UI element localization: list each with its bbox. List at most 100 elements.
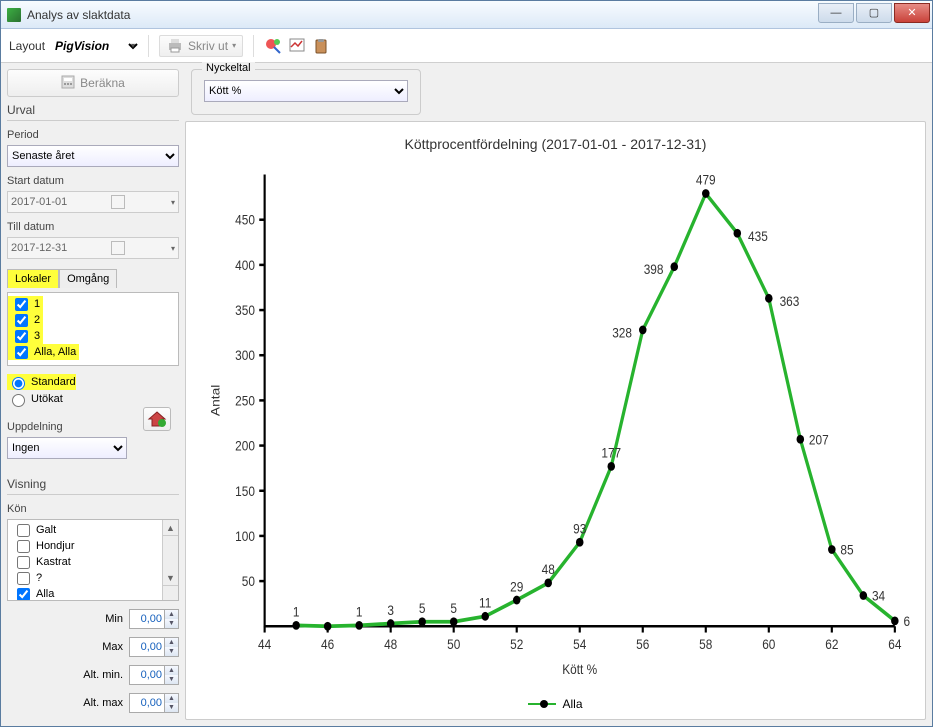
legend-swatch-icon [528, 703, 556, 705]
scroll-up-icon[interactable]: ▲ [163, 520, 178, 536]
app-window: Analys av slaktdata — ▢ ✕ Layout PigVisi… [0, 0, 933, 727]
calendar-icon [111, 195, 125, 209]
lokaler-item[interactable]: 1 [8, 296, 43, 312]
svg-text:48: 48 [542, 561, 555, 577]
till-date-label: Till datum [7, 221, 179, 233]
svg-text:1: 1 [293, 604, 300, 620]
tab-lokaler[interactable]: Lokaler [7, 269, 59, 288]
svg-text:62: 62 [825, 636, 838, 652]
svg-text:58: 58 [699, 636, 712, 652]
svg-text:435: 435 [748, 228, 768, 244]
start-date-input[interactable]: 2017-01-01 ▾ [7, 191, 179, 213]
svg-text:479: 479 [696, 172, 716, 188]
calculator-icon [61, 75, 75, 92]
lokaler-item[interactable]: Alla, Alla [8, 344, 79, 360]
svg-text:177: 177 [601, 445, 621, 461]
svg-text:54: 54 [573, 636, 586, 652]
compute-label: Beräkna [80, 76, 125, 90]
svg-text:Antal: Antal [208, 385, 222, 416]
left-panel: Beräkna Urval Period Senaste året Start … [7, 69, 179, 720]
svg-text:52: 52 [510, 636, 523, 652]
compute-button[interactable]: Beräkna [7, 69, 179, 97]
svg-text:200: 200 [235, 438, 255, 454]
max-label: Max [67, 641, 123, 653]
altmax-input[interactable]: ▲▼ [129, 693, 179, 713]
nyckeltal-group: Nyckeltal Kött % [191, 69, 421, 115]
print-button[interactable]: Skriv ut ▾ [159, 35, 243, 57]
nyckeltal-label: Nyckeltal [202, 62, 255, 74]
till-date-input[interactable]: 2017-12-31 ▾ [7, 237, 179, 259]
altmin-label: Alt. min. [67, 669, 123, 681]
clipboard-icon[interactable] [312, 37, 330, 55]
svg-text:60: 60 [762, 636, 775, 652]
kon-label: Kön [7, 503, 179, 515]
app-icon [7, 8, 21, 22]
svg-text:93: 93 [573, 521, 586, 537]
svg-text:48: 48 [384, 636, 397, 652]
home-button[interactable] [143, 407, 171, 431]
chart-icon[interactable] [288, 37, 306, 55]
lokaler-item[interactable]: 3 [8, 328, 43, 344]
urval-header: Urval [7, 101, 179, 121]
min-label: Min [67, 613, 123, 625]
calendar-icon [111, 241, 125, 255]
close-button[interactable]: ✕ [894, 3, 930, 23]
svg-text:11: 11 [479, 595, 491, 611]
layout-label: Layout [9, 39, 45, 53]
svg-text:3: 3 [387, 602, 394, 618]
svg-text:6: 6 [903, 613, 910, 629]
svg-text:56: 56 [636, 636, 649, 652]
svg-text:5: 5 [450, 600, 457, 616]
svg-text:44: 44 [258, 636, 271, 652]
radio-standard[interactable]: Standard [7, 374, 76, 390]
print-label: Skriv ut [188, 39, 228, 53]
svg-text:400: 400 [235, 257, 255, 273]
uppdelning-select[interactable]: Ingen [7, 437, 127, 459]
svg-text:29: 29 [510, 578, 523, 594]
window-controls: — ▢ ✕ [818, 7, 932, 23]
kon-item[interactable]: Alla [10, 586, 57, 601]
svg-text:250: 250 [235, 393, 255, 409]
titlebar: Analys av slaktdata — ▢ ✕ [1, 1, 932, 29]
tab-omgang[interactable]: Omgång [59, 269, 117, 288]
kon-item[interactable]: ? [10, 570, 45, 586]
chart-legend: Alla [200, 697, 911, 711]
kon-list: GaltHondjurKastrat?Alla ▲ ▼ [7, 519, 179, 601]
min-input[interactable]: ▲▼ [129, 609, 179, 629]
svg-text:398: 398 [644, 261, 664, 277]
chart-title: Köttprocentfördelning (2017-01-01 - 2017… [200, 136, 911, 152]
svg-text:34: 34 [872, 588, 885, 604]
right-panel: Nyckeltal Kött % Köttprocentfördelning (… [185, 69, 926, 720]
altmin-input[interactable]: ▲▼ [129, 665, 179, 685]
maximize-button[interactable]: ▢ [856, 3, 892, 23]
window-title: Analys av slaktdata [27, 8, 130, 22]
scroll-down-icon[interactable]: ▼ [163, 570, 178, 586]
period-label: Period [7, 129, 179, 141]
svg-text:100: 100 [235, 528, 255, 544]
kon-item[interactable]: Galt [10, 522, 59, 538]
kon-item[interactable]: Hondjur [10, 538, 78, 554]
settings-icon[interactable] [264, 37, 282, 55]
svg-text:207: 207 [809, 431, 829, 447]
start-date-label: Start datum [7, 175, 179, 187]
lokaler-item[interactable]: 2 [8, 312, 43, 328]
nyckeltal-select[interactable]: Kött % [204, 80, 408, 102]
minimize-button[interactable]: — [818, 3, 854, 23]
legend-label: Alla [562, 697, 582, 711]
layout-select[interactable]: PigVision [51, 38, 141, 54]
lokaler-list: 123Alla, Alla [7, 292, 179, 366]
printer-icon [166, 37, 184, 55]
kon-item[interactable]: Kastrat [10, 554, 74, 570]
svg-text:5: 5 [419, 600, 426, 616]
period-select[interactable]: Senaste året [7, 145, 179, 167]
max-input[interactable]: ▲▼ [129, 637, 179, 657]
svg-text:328: 328 [612, 325, 632, 341]
svg-text:46: 46 [321, 636, 334, 652]
svg-text:363: 363 [780, 293, 800, 309]
radio-utokat[interactable]: Utökat [7, 391, 63, 407]
altmax-label: Alt. max [67, 697, 123, 709]
svg-text:50: 50 [447, 636, 460, 652]
svg-text:150: 150 [235, 483, 255, 499]
svg-text:300: 300 [235, 347, 255, 363]
scrollbar[interactable]: ▲ ▼ [162, 520, 178, 600]
